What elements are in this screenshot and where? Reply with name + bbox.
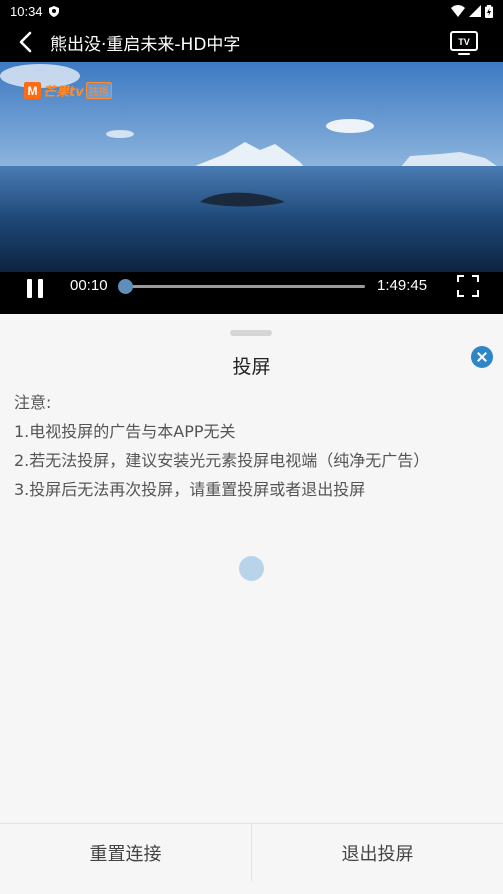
battery-icon — [485, 4, 493, 18]
pause-button[interactable] — [26, 277, 48, 307]
status-icons — [451, 4, 493, 18]
title-bar: 熊出没·重启未来-HD中字 TV — [0, 22, 503, 62]
current-time: 00:10 — [70, 277, 108, 294]
notice-text: 注意: 1.电视投屏的广告与本APP无关 2.若无法投屏，建议安装光元素投屏电视… — [14, 388, 429, 504]
sheet-title: 投屏 — [232, 356, 271, 378]
reset-connection-button[interactable]: 重置连接 — [0, 824, 251, 881]
video-player[interactable]: M 芒果tv 独播 — [0, 62, 503, 272]
exit-cast-button[interactable]: 退出投屏 — [252, 824, 503, 881]
action-bar: 重置连接 退出投屏 — [0, 823, 503, 881]
back-button[interactable] — [0, 22, 50, 62]
wifi-icon — [451, 5, 465, 17]
player-controls: 00:10 1:49:45 — [0, 272, 503, 314]
notice-line: 3.投屏后无法再次投屏，请重置投屏或者退出投屏 — [14, 480, 366, 499]
cast-sheet: 投屏 注意: 1.电视投屏的广告与本APP无关 2.若无法投屏，建议安装光元素投… — [0, 314, 503, 894]
duration: 1:49:45 — [377, 277, 428, 294]
notice-line: 2.若无法投屏，建议安装光元素投屏电视端（纯净无广告） — [14, 451, 430, 470]
video-title: 熊出没·重启未来-HD中字 — [50, 34, 241, 55]
svg-text:TV: TV — [458, 37, 470, 47]
pause-icon — [27, 279, 32, 298]
close-icon[interactable] — [471, 346, 493, 368]
loading-indicator — [239, 556, 264, 581]
shield-icon — [48, 5, 59, 17]
seek-handle[interactable] — [118, 279, 134, 294]
logo-text: 芒果tv — [43, 85, 84, 100]
notice-line: 1.电视投屏的广告与本APP无关 — [14, 422, 236, 441]
notice-line: 注意: — [14, 393, 52, 412]
mango-logo-icon: M — [24, 82, 41, 99]
fullscreen-icon[interactable] — [456, 274, 480, 298]
seek-bar[interactable] — [118, 279, 365, 294]
status-bar: 10:34 — [0, 0, 503, 22]
status-time: 10:34 — [10, 3, 43, 19]
brand-logo: M 芒果tv 独播 — [24, 81, 112, 100]
logo-tag: 独播 — [85, 82, 112, 99]
drag-handle[interactable] — [230, 330, 272, 336]
signal-icon — [469, 5, 481, 17]
tv-icon[interactable]: TV — [449, 29, 479, 57]
chevron-left-icon — [19, 31, 32, 53]
